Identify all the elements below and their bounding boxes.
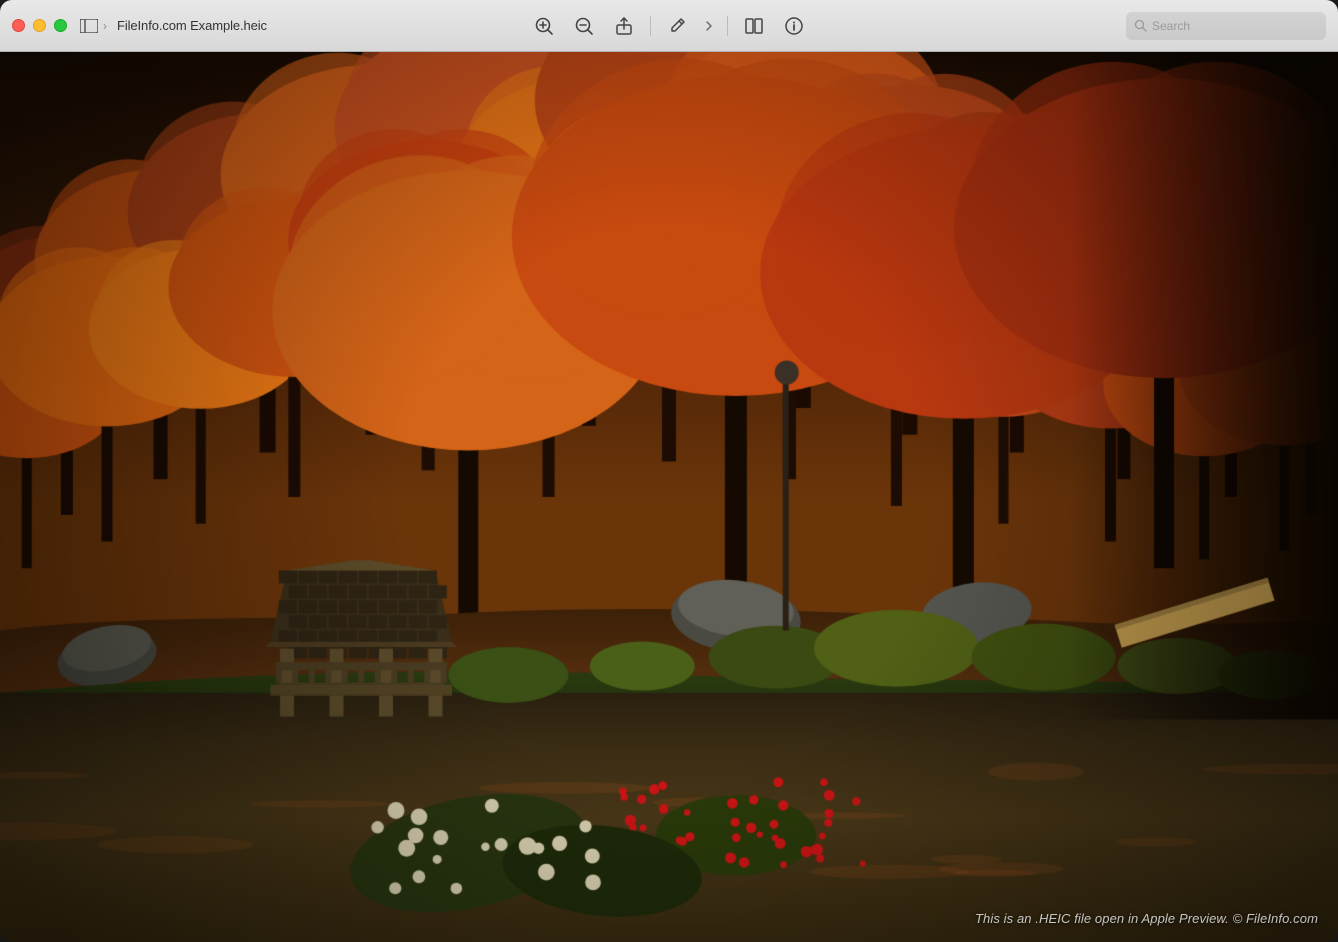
close-button[interactable] [12, 19, 25, 32]
window-title: FileInfo.com Example.heic [117, 18, 267, 33]
preview-window: › FileInfo.com Example.heic [0, 0, 1338, 942]
back-chevron-icon[interactable]: › [103, 19, 107, 33]
image-area: This is an .HEIC file open in Apple Prev… [0, 52, 1338, 942]
maximize-button[interactable] [54, 19, 67, 32]
preview-canvas [0, 52, 1338, 942]
sidebar-toggle-button[interactable] [79, 16, 99, 36]
zoom-out-button[interactable] [568, 10, 600, 42]
markup-button[interactable] [661, 10, 693, 42]
zoom-in-button[interactable] [528, 10, 560, 42]
markup-chevron-button[interactable] [701, 10, 717, 42]
share-button[interactable] [608, 10, 640, 42]
toolbar-divider-2 [727, 16, 728, 36]
toolbar-divider [650, 16, 651, 36]
watermark-text: This is an .HEIC file open in Apple Prev… [975, 911, 1318, 926]
toolbar-tools [528, 10, 810, 42]
traffic-lights [12, 19, 67, 32]
search-input[interactable] [1152, 19, 1318, 33]
minimize-button[interactable] [33, 19, 46, 32]
info-button[interactable] [778, 10, 810, 42]
pages-button[interactable] [738, 10, 770, 42]
search-icon [1134, 19, 1147, 32]
search-bar[interactable] [1126, 12, 1326, 40]
titlebar: › FileInfo.com Example.heic [0, 0, 1338, 52]
